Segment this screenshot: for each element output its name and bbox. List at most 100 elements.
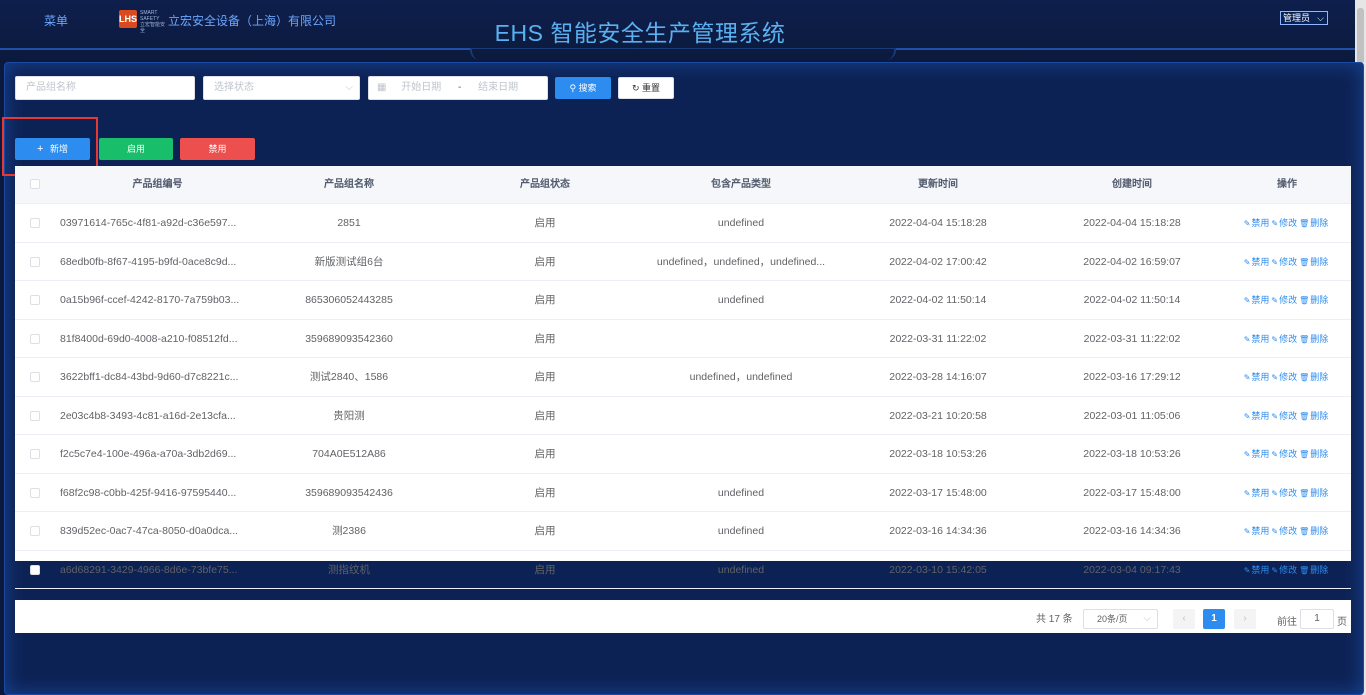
reset-button[interactable]: ↻ 重置 [618, 77, 674, 99]
disable-button[interactable]: 禁用 [180, 138, 255, 160]
column-header-created[interactable]: 创建时间 [1041, 166, 1223, 203]
row-edit-link[interactable]: ✎修改 [1271, 218, 1297, 228]
enable-button[interactable]: 启用 [99, 138, 173, 160]
row-disable-link[interactable]: ✎禁用 [1244, 565, 1270, 575]
status-select[interactable]: 选择状态 ⌵ [203, 76, 360, 100]
column-header-name[interactable]: 产品组名称 [255, 166, 443, 203]
table-row[interactable]: a6d68291-3429-4966-8d6e-73bfe75... 测指纹机 启用… [15, 551, 1351, 589]
cell-created: 2022-03-04 09:17:43 [1083, 563, 1181, 576]
row-delete-link[interactable]: 🗑删除 [1299, 295, 1328, 305]
row-delete-link[interactable]: 🗑删除 [1299, 449, 1328, 459]
edit-icon: ✎ [1271, 296, 1279, 305]
row-checkbox[interactable] [15, 512, 55, 550]
table-row[interactable]: 839d52ec-0ac7-47ca-8050-d0a0dca... 测2386 启… [15, 512, 1351, 551]
page-number[interactable]: 1 [1203, 609, 1225, 629]
scrollbar-thumb[interactable] [1357, 8, 1364, 64]
edit-icon: ✎ [1243, 565, 1251, 575]
table-row[interactable]: 0a15b96f-ccef-4242-8170-7a759b03... 86530… [15, 281, 1351, 320]
row-edit-link[interactable]: ✎修改 [1271, 372, 1297, 382]
table-row[interactable]: 03971614-765c-4f81-a92d-c36e597... 2851 启用… [15, 204, 1351, 243]
product-group-table: 产品组编号 产品组名称 产品组状态 包含产品类型 更新时间 创建时间 操作 03… [15, 166, 1351, 589]
edit-icon: ✎ [1243, 488, 1251, 498]
row-checkbox[interactable] [15, 320, 55, 358]
row-disable-link[interactable]: ✎禁用 [1244, 372, 1270, 382]
cell-created: 2022-04-02 11:50:14 [1083, 294, 1181, 306]
edit-icon: ✎ [1243, 373, 1251, 382]
row-edit-link[interactable]: ✎修改 [1271, 565, 1297, 575]
cell-created: 2022-04-04 15:18:28 [1083, 217, 1181, 229]
row-edit-link[interactable]: ✎修改 [1271, 295, 1297, 305]
row-checkbox[interactable] [15, 551, 55, 589]
select-all-checkbox[interactable] [15, 166, 55, 203]
cell-id: a6d68291-3429-4966-8d6e-73bfe75... [60, 563, 238, 576]
cell-types: undefined [717, 486, 765, 499]
cell-created: 2022-03-31 11:22:02 [1083, 332, 1181, 345]
table-row[interactable]: 68edb0fb-8f67-4195-b9fd-0ace8c9d... 新版测试组… [15, 243, 1351, 281]
row-checkbox[interactable] [15, 358, 55, 396]
next-page-button[interactable]: › [1234, 609, 1256, 629]
row-checkbox[interactable] [15, 281, 55, 319]
edit-icon: ✎ [1271, 411, 1279, 421]
date-range-picker[interactable]: ▦ 开始日期 - 结束日期 [368, 76, 548, 100]
cell-name: 2851 [337, 217, 361, 229]
trash-icon: 🗑 [1299, 296, 1310, 305]
column-header-updated[interactable]: 更新时间 [835, 166, 1041, 203]
row-disable-link[interactable]: ✎禁用 [1244, 411, 1270, 421]
row-checkbox[interactable] [15, 435, 55, 473]
row-disable-link[interactable]: ✎禁用 [1244, 488, 1270, 498]
row-delete-link[interactable]: 🗑删除 [1299, 218, 1328, 228]
cell-id: 839d52ec-0ac7-47ca-8050-d0a0dca... [60, 525, 239, 537]
row-delete-link[interactable]: 🗑删除 [1299, 257, 1328, 267]
row-edit-link[interactable]: ✎修改 [1271, 257, 1297, 267]
row-delete-link[interactable]: 🗑删除 [1299, 565, 1328, 575]
goto-page-input[interactable]: 1 [1300, 609, 1334, 629]
edit-icon: ✎ [1243, 450, 1251, 459]
header-divider-right [896, 48, 1366, 50]
row-checkbox[interactable] [15, 243, 55, 281]
table-row[interactable]: 3622bff1-dc84-43bd-9d60-d7c8221c... 测试284… [15, 358, 1351, 397]
row-disable-link[interactable]: ✎禁用 [1244, 295, 1270, 305]
column-header-types[interactable]: 包含产品类型 [647, 166, 835, 203]
trash-icon: 🗑 [1299, 219, 1310, 228]
row-disable-link[interactable]: ✎禁用 [1244, 218, 1270, 228]
row-checkbox[interactable] [15, 204, 55, 242]
table-row[interactable]: f2c5c7e4-100e-496a-a70a-3db2d69... 704A0E… [15, 435, 1351, 474]
row-disable-link[interactable]: ✎禁用 [1244, 526, 1270, 536]
row-delete-link[interactable]: 🗑删除 [1299, 411, 1328, 421]
row-actions: ✎禁用 ✎修改 🗑删除 [1223, 551, 1351, 589]
start-date-placeholder: 开始日期 [401, 82, 442, 93]
cell-status: 启用 [534, 371, 556, 383]
row-edit-link[interactable]: ✎修改 [1271, 526, 1297, 536]
row-checkbox[interactable] [15, 474, 55, 512]
column-header-id[interactable]: 产品组编号 [55, 166, 255, 203]
user-dropdown[interactable]: 管理员 ⌵ [1280, 11, 1328, 25]
row-disable-link[interactable]: ✎禁用 [1244, 449, 1270, 459]
row-delete-link[interactable]: 🗑删除 [1299, 488, 1328, 498]
search-button[interactable]: ⚲ 搜索 [555, 77, 611, 99]
product-group-name-input[interactable]: 产品组名称 [15, 76, 195, 100]
cell-types: undefined [717, 525, 765, 537]
prev-page-button[interactable]: ‹ [1173, 609, 1195, 629]
page-suffix: 页 [1337, 617, 1347, 628]
table-row[interactable]: f68f2c98-c0bb-425f-9416-97595440... 35968… [15, 474, 1351, 512]
row-delete-link[interactable]: 🗑删除 [1299, 334, 1328, 344]
chevron-down-icon: ⌵ [1317, 13, 1324, 23]
row-edit-link[interactable]: ✎修改 [1271, 411, 1297, 421]
row-checkbox[interactable] [15, 397, 55, 435]
status-placeholder: 选择状态 [214, 82, 254, 93]
row-actions: ✎禁用 ✎修改 🗑删除 [1223, 397, 1351, 435]
row-delete-link[interactable]: 🗑删除 [1299, 372, 1328, 382]
table-row[interactable]: 2e03c4b8-3493-4c81-a16d-2e13cfa... 贵阳测 启用 2… [15, 397, 1351, 435]
row-edit-link[interactable]: ✎修改 [1271, 488, 1297, 498]
row-delete-link[interactable]: 🗑删除 [1299, 526, 1328, 536]
cell-status: 启用 [534, 332, 556, 345]
row-disable-link[interactable]: ✎禁用 [1244, 334, 1270, 344]
table-row[interactable]: 81f8400d-69d0-4008-a210-f08512fd... 35968… [15, 320, 1351, 358]
row-disable-link[interactable]: ✎禁用 [1244, 257, 1270, 267]
row-edit-link[interactable]: ✎修改 [1271, 449, 1297, 459]
cell-name: 新版测试组6台 [314, 255, 384, 268]
column-header-status[interactable]: 产品组状态 [443, 166, 647, 203]
page-size-select[interactable]: 20条/页 ⌵ [1083, 609, 1158, 629]
cell-status: 启用 [534, 255, 556, 268]
row-edit-link[interactable]: ✎修改 [1271, 334, 1297, 344]
